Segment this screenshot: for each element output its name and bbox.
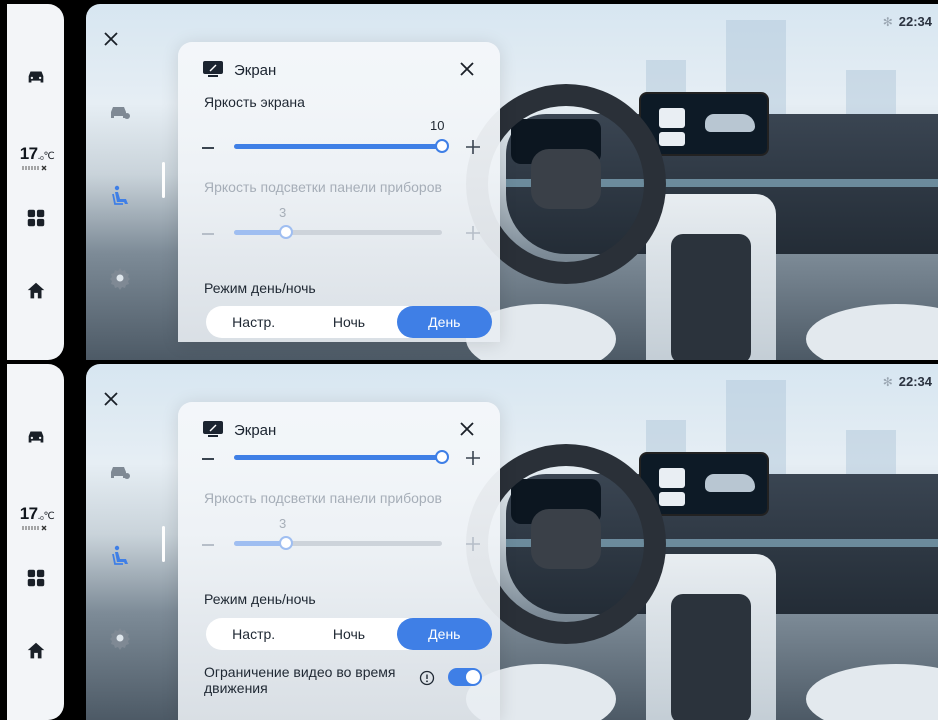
car-settings-icon[interactable] [108,100,132,124]
video-limit-toggle[interactable] [448,668,482,686]
clock: 22:34 [898,14,932,29]
slider-fill [234,144,442,149]
mode-night-button[interactable]: Ночь [301,306,396,338]
slider-fill [234,455,442,460]
apps-grid-icon[interactable] [25,567,47,589]
screen-bottom: 17.₀℃ ✻ 22:34 Экран Яркость подсветки па… [0,364,938,720]
slider-knob[interactable] [279,536,293,550]
temperature-value: 17 [19,504,38,523]
toggle-knob [466,670,480,684]
display-tile [659,132,685,146]
car-settings-icon[interactable] [108,460,132,484]
backlight-plus-button[interactable] [466,226,480,240]
home-icon[interactable] [25,280,47,302]
day-night-segmented: Настр. Ночь День [206,306,492,338]
fan-speed-icon [22,525,47,531]
bluetooth-icon: ✻ [882,374,893,389]
backlight-value: 3 [279,205,287,220]
display-tile [659,492,685,506]
left-dock: 17.₀℃ [7,364,64,720]
day-night-label: Режим день/ночь [204,591,316,607]
home-icon[interactable] [25,640,47,662]
popup-title: Экран [234,422,277,439]
temperature-display[interactable]: 17.₀℃ [9,144,65,164]
fan-speed-icon [22,165,47,171]
temperature-unit: .₀℃ [37,151,55,162]
slider-knob[interactable] [279,225,293,239]
close-icon[interactable] [102,30,120,48]
brightness-slider[interactable] [234,450,449,464]
temperature-value: 17 [19,144,38,163]
day-night-segmented: Настр. Ночь День [206,618,492,650]
brightness-label: Яркость экрана [204,94,305,110]
backlight-slider[interactable] [234,225,442,239]
backlight-minus-button[interactable] [202,233,214,235]
backlight-plus-button[interactable] [466,537,480,551]
steering-hub [531,149,601,209]
seat-icon[interactable] [108,184,132,208]
display-icon [203,61,223,77]
mode-day-button[interactable]: День [396,618,492,650]
slider-knob[interactable] [435,139,449,153]
video-limit-label: Ограничение видео во время движения [204,664,396,696]
display-car-image [705,474,755,492]
temperature-unit: .₀℃ [37,511,55,522]
info-icon[interactable] [419,670,435,686]
brightness-slider[interactable] [234,139,449,153]
screen-top: 17.₀℃ ✻ 22:34 Экран Яркость экрана 10 Яр… [0,4,938,360]
brightness-plus-button[interactable] [466,451,480,465]
slider-knob[interactable] [435,450,449,464]
popup-close-icon[interactable] [458,60,476,78]
gear-icon[interactable] [108,266,132,290]
backlight-slider[interactable] [234,536,442,550]
steering-hub [531,509,601,569]
brightness-value: 10 [430,118,445,133]
temperature-display[interactable]: 17.₀℃ [9,504,65,524]
seat-icon[interactable] [108,544,132,568]
brightness-plus-button[interactable] [466,140,480,154]
car-icon[interactable] [25,66,47,88]
mode-day-button[interactable]: День [396,306,492,338]
brightness-minus-button[interactable] [202,458,214,460]
popup-close-icon[interactable] [458,420,476,438]
status-bar: ✻ 22:34 [883,14,932,29]
backlight-minus-button[interactable] [202,544,214,546]
screen-settings-popup: Экран Яркость подсветки панели приборов … [178,402,500,720]
seat-right [806,664,938,720]
mode-custom-button[interactable]: Настр. [206,306,301,338]
backlight-label: Яркость подсветки панели приборов [204,179,442,195]
clock: 22:34 [898,374,932,389]
console-inset [671,234,751,360]
day-night-label: Режим день/ночь [204,280,316,296]
backlight-value: 3 [279,516,287,531]
brightness-minus-button[interactable] [202,147,214,149]
backlight-label: Яркость подсветки панели приборов [204,490,442,506]
seat-right [806,304,938,360]
display-tile [659,108,685,128]
display-icon [203,421,223,437]
scroll-indicator [162,526,165,562]
console-inset [671,594,751,720]
gear-icon[interactable] [108,626,132,650]
display-car-image [705,114,755,132]
status-bar: ✻ 22:34 [883,374,932,389]
bluetooth-icon: ✻ [882,14,893,29]
display-tile [659,468,685,488]
apps-grid-icon[interactable] [25,207,47,229]
mode-custom-button[interactable]: Настр. [206,618,301,650]
mode-night-button[interactable]: Ночь [301,618,396,650]
scroll-indicator [162,162,165,198]
close-icon[interactable] [102,390,120,408]
car-icon[interactable] [25,426,47,448]
left-dock: 17.₀℃ [7,4,64,360]
popup-title: Экран [234,62,277,79]
screen-settings-popup: Экран Яркость экрана 10 Яркость подсветк… [178,42,500,342]
